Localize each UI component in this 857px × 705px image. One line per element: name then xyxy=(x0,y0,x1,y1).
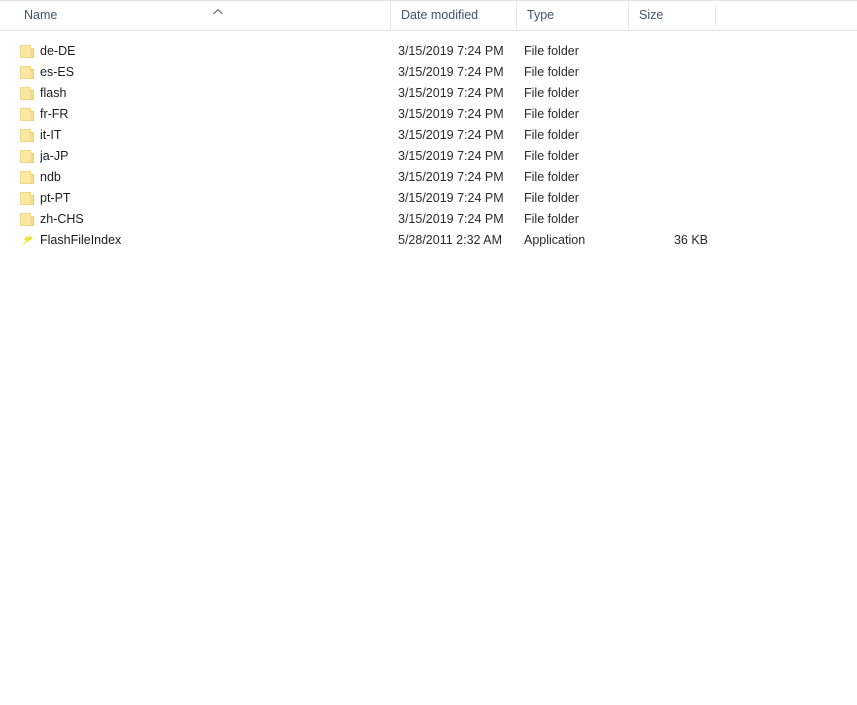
table-row[interactable]: FlashFileIndex 5/28/2011 2:32 AM Applica… xyxy=(0,230,857,251)
file-size: 36 KB xyxy=(673,233,708,247)
file-type: File folder xyxy=(524,86,579,100)
file-type: File folder xyxy=(524,65,579,79)
file-type: File folder xyxy=(524,149,579,163)
file-date-modified: 3/15/2019 7:24 PM xyxy=(398,128,504,142)
chevron-up-icon xyxy=(212,8,224,16)
folder-icon xyxy=(20,86,36,101)
file-name: es-ES xyxy=(40,65,75,79)
table-row[interactable]: pt-PT 3/15/2019 7:24 PM File folder xyxy=(0,188,857,209)
file-type: File folder xyxy=(524,107,579,121)
table-row[interactable]: de-DE 3/15/2019 7:24 PM File folder xyxy=(0,41,857,62)
file-date-modified: 3/15/2019 7:24 PM xyxy=(398,86,504,100)
file-size xyxy=(628,62,708,83)
table-row[interactable]: es-ES 3/15/2019 7:24 PM File folder xyxy=(0,62,857,83)
folder-icon xyxy=(20,149,36,164)
folder-icon xyxy=(20,212,36,227)
file-list: de-DE 3/15/2019 7:24 PM File folder es-E… xyxy=(0,31,857,251)
file-list-view: Name Date modified Type Size de-DE 3/15/… xyxy=(0,0,857,705)
file-name: ndb xyxy=(40,170,61,184)
file-size xyxy=(628,83,708,104)
file-size xyxy=(628,188,708,209)
column-header-size[interactable]: Size xyxy=(628,1,716,30)
column-header-date-modified-label: Date modified xyxy=(401,8,479,22)
flash-application-icon xyxy=(20,233,36,248)
table-row[interactable]: flash 3/15/2019 7:24 PM File folder xyxy=(0,83,857,104)
column-header-name[interactable]: Name xyxy=(14,1,390,30)
file-date-modified: 3/15/2019 7:24 PM xyxy=(398,212,504,226)
file-size xyxy=(628,125,708,146)
file-size xyxy=(628,104,708,125)
folder-icon xyxy=(20,65,36,80)
folder-icon xyxy=(20,44,36,59)
folder-icon xyxy=(20,170,36,185)
table-row[interactable]: zh-CHS 3/15/2019 7:24 PM File folder xyxy=(0,209,857,230)
file-type: File folder xyxy=(524,191,579,205)
file-size xyxy=(628,209,708,230)
file-size xyxy=(628,41,708,62)
file-name: FlashFileIndex xyxy=(40,233,122,247)
file-date-modified: 3/15/2019 7:24 PM xyxy=(398,107,504,121)
file-name: de-DE xyxy=(40,44,76,58)
table-row[interactable]: ja-JP 3/15/2019 7:24 PM File folder xyxy=(0,146,857,167)
folder-icon xyxy=(20,191,36,206)
file-name: ja-JP xyxy=(40,149,69,163)
file-name: zh-CHS xyxy=(40,212,84,226)
folder-icon xyxy=(20,128,36,143)
column-header-name-label: Name xyxy=(24,8,58,22)
file-type: File folder xyxy=(524,128,579,142)
file-date-modified: 3/15/2019 7:24 PM xyxy=(398,149,504,163)
column-header-row: Name Date modified Type Size xyxy=(0,1,857,31)
file-type: File folder xyxy=(524,212,579,226)
file-type: File folder xyxy=(524,44,579,58)
file-date-modified: 5/28/2011 2:32 AM xyxy=(398,233,503,247)
table-row[interactable]: fr-FR 3/15/2019 7:24 PM File folder xyxy=(0,104,857,125)
file-type: Application xyxy=(524,233,586,247)
table-row[interactable]: ndb 3/15/2019 7:24 PM File folder xyxy=(0,167,857,188)
file-name: pt-PT xyxy=(40,191,71,205)
file-name: it-IT xyxy=(40,128,62,142)
file-date-modified: 3/15/2019 7:24 PM xyxy=(398,44,504,58)
file-type: File folder xyxy=(524,170,579,184)
file-name: flash xyxy=(40,86,67,100)
file-date-modified: 3/15/2019 7:24 PM xyxy=(398,191,504,205)
column-header-date-modified[interactable]: Date modified xyxy=(390,1,516,30)
folder-icon xyxy=(20,107,36,122)
file-date-modified: 3/15/2019 7:24 PM xyxy=(398,65,504,79)
table-row[interactable]: it-IT 3/15/2019 7:24 PM File folder xyxy=(0,125,857,146)
column-header-type[interactable]: Type xyxy=(516,1,628,30)
column-header-size-label: Size xyxy=(639,8,664,22)
file-date-modified: 3/15/2019 7:24 PM xyxy=(398,170,504,184)
file-name: fr-FR xyxy=(40,107,69,121)
file-size xyxy=(628,146,708,167)
column-header-type-label: Type xyxy=(527,8,555,22)
file-size xyxy=(628,167,708,188)
